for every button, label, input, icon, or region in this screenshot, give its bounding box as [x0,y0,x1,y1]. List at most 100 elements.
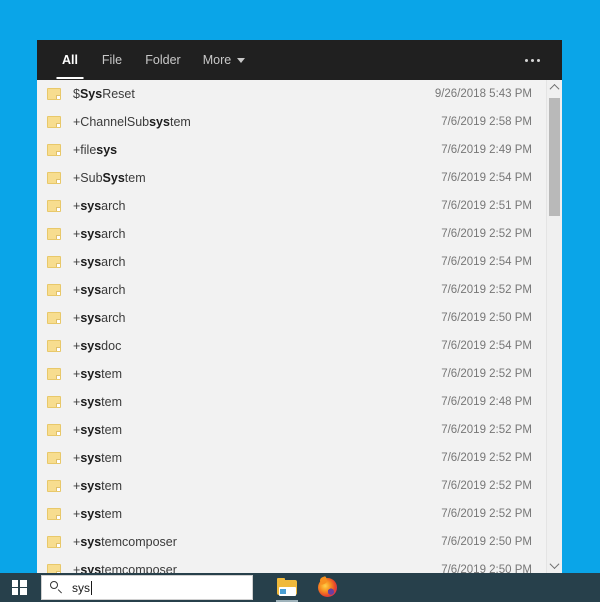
tab-folder-label: Folder [145,52,181,67]
search-results-area: $SysReset 9/26/2018 5:43 PM +ChannelSubsys… [37,80,562,573]
search-result-row[interactable]: +sysarch 7/6/2019 2:52 PM [37,220,546,248]
tab-more[interactable]: More [193,40,255,80]
search-results-list: $SysReset 9/26/2018 5:43 PM +ChannelSubsys… [37,80,546,573]
search-result-row[interactable]: +SubSystem 7/6/2019 2:54 PM [37,164,546,192]
search-result-date: 7/6/2019 2:50 PM [441,564,532,573]
tab-folder[interactable]: Folder [133,40,193,80]
search-result-name: +system [73,395,123,409]
search-result-row[interactable]: +system 7/6/2019 2:52 PM [37,416,546,444]
search-result-name: +sysarch [73,283,126,297]
search-result-row[interactable]: +sysdoc 7/6/2019 2:54 PM [37,332,546,360]
taskbar: sys [0,573,600,602]
search-icon [50,581,63,594]
folder-icon [47,536,61,548]
search-result-row[interactable]: +system 7/6/2019 2:52 PM [37,444,546,472]
search-result-name: +sysarch [73,227,126,241]
search-result-name: +system [73,479,123,493]
ellipsis-dot [530,58,534,62]
search-result-name: +sysarch [73,255,126,269]
search-result-row[interactable]: +system 7/6/2019 2:52 PM [37,472,546,500]
search-result-date: 7/6/2019 2:54 PM [441,256,532,268]
search-result-date: 7/6/2019 2:52 PM [441,284,532,296]
search-result-name: +system [73,507,123,521]
folder-icon [47,256,61,268]
search-result-row[interactable]: +sysarch 7/6/2019 2:51 PM [37,192,546,220]
search-result-name: +system [73,451,123,465]
ellipsis-dot [536,58,540,62]
search-result-name: +sysarch [73,311,126,325]
folder-icon [47,144,61,156]
chevron-down-glyph [549,559,560,570]
chevron-up-glyph [549,83,560,94]
tab-file-label: File [101,52,123,67]
search-input-value: sys [72,580,90,595]
tab-all[interactable]: All [49,40,91,80]
folder-icon [47,88,61,100]
scroll-down-icon[interactable] [547,558,562,573]
folder-icon [47,116,61,128]
search-filter-tabbar: All File Folder More [37,40,562,80]
search-result-row[interactable]: +systemcomposer 7/6/2019 2:50 PM [37,556,546,573]
tab-more-label: More [202,52,232,67]
folder-icon [47,508,61,520]
search-result-name: +filesys [73,143,118,157]
search-result-row[interactable]: +ChannelSubsystem 7/6/2019 2:58 PM [37,108,546,136]
text-cursor [91,580,92,595]
search-result-date: 7/6/2019 2:52 PM [441,368,532,380]
search-result-row[interactable]: +system 7/6/2019 2:52 PM [37,500,546,528]
search-result-date: 7/6/2019 2:52 PM [441,508,532,520]
folder-icon [47,452,61,464]
taskbar-item-file-explorer[interactable] [267,573,307,602]
search-result-date: 7/6/2019 2:58 PM [441,116,532,128]
ellipsis-dot [524,58,528,62]
search-result-row[interactable]: +system 7/6/2019 2:48 PM [37,388,546,416]
search-results-panel: All File Folder More $SysReset 9/26/2018 … [37,40,562,573]
taskbar-search-input[interactable]: sys [41,575,253,600]
search-result-date: 7/6/2019 2:52 PM [441,424,532,436]
search-result-name: $SysReset [73,87,135,101]
search-result-date: 7/6/2019 2:50 PM [441,536,532,548]
search-result-row[interactable]: +sysarch 7/6/2019 2:54 PM [37,248,546,276]
tab-all-label: All [62,52,78,67]
search-result-name: +sysarch [73,199,126,213]
search-result-name: +SubSystem [73,171,146,185]
scrollbar-thumb[interactable] [549,98,560,216]
search-result-row[interactable]: $SysReset 9/26/2018 5:43 PM [37,80,546,108]
windows-logo-icon [11,580,27,595]
search-result-row[interactable]: +sysarch 7/6/2019 2:50 PM [37,304,546,332]
search-result-row[interactable]: +filesys 7/6/2019 2:49 PM [37,136,546,164]
results-scrollbar[interactable] [546,80,562,573]
scroll-up-icon[interactable] [547,80,562,95]
folder-icon [47,564,61,573]
folder-icon [47,228,61,240]
search-result-name: +system [73,367,123,381]
search-result-date: 7/6/2019 2:54 PM [441,340,532,352]
folder-icon [47,340,61,352]
taskbar-item-firefox[interactable] [307,573,347,602]
search-result-name: +ChannelSubsystem [73,115,191,129]
search-result-date: 7/6/2019 2:50 PM [441,312,532,324]
search-result-row[interactable]: +sysarch 7/6/2019 2:52 PM [37,276,546,304]
search-result-row[interactable]: +systemcomposer 7/6/2019 2:50 PM [37,528,546,556]
search-result-date: 7/6/2019 2:52 PM [441,480,532,492]
more-options-icon[interactable] [512,40,552,80]
folder-icon [47,396,61,408]
firefox-icon [317,578,337,597]
search-result-date: 7/6/2019 2:49 PM [441,144,532,156]
folder-icon [47,312,61,324]
folder-icon [47,368,61,380]
search-result-date: 7/6/2019 2:54 PM [441,172,532,184]
tab-file[interactable]: File [91,40,133,80]
search-result-name: +system [73,423,123,437]
start-button[interactable] [0,573,38,602]
folder-icon [47,200,61,212]
search-result-date: 7/6/2019 2:52 PM [441,452,532,464]
file-explorer-icon [277,577,297,596]
chevron-down-icon [237,57,246,63]
search-result-date: 7/6/2019 2:48 PM [441,396,532,408]
search-result-date: 9/26/2018 5:43 PM [434,88,532,100]
search-result-name: +systemcomposer [73,535,177,549]
search-result-row[interactable]: +system 7/6/2019 2:52 PM [37,360,546,388]
search-result-date: 7/6/2019 2:52 PM [441,228,532,240]
folder-icon [47,172,61,184]
